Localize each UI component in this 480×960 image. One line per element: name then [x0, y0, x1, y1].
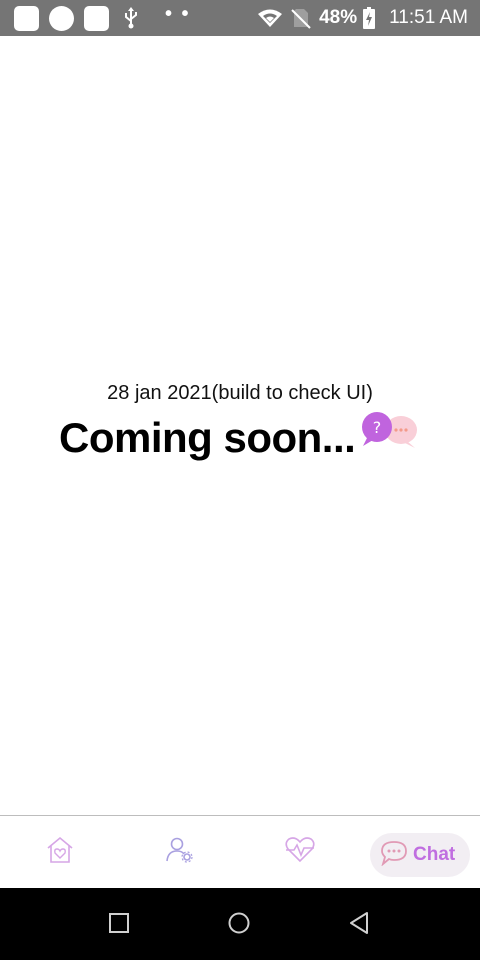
home-button[interactable]: [224, 910, 254, 940]
bottom-navigation: Chat: [0, 815, 480, 888]
app-notification-round-icon: [49, 5, 74, 31]
chat-icon: [380, 840, 408, 871]
more-notifications-dots: • •: [165, 3, 191, 25]
wifi-icon: [257, 8, 283, 28]
battery-percent: 48%: [319, 7, 358, 28]
coming-soon-row: Coming soon... ?: [59, 411, 421, 462]
build-note: 28 jan 2021(build to check UI): [107, 382, 373, 404]
user-settings-icon: [165, 836, 195, 869]
nav-chat-button[interactable]: Chat: [370, 833, 470, 877]
clock-time: 11:51 AM: [389, 7, 468, 28]
app-notification-icon-2: [84, 5, 109, 31]
usb-icon: [123, 7, 139, 29]
main-content: 28 jan 2021(build to check UI) Coming so…: [0, 36, 480, 815]
nav-home-button[interactable]: [30, 816, 90, 888]
nav-profile-settings-button[interactable]: [150, 816, 210, 888]
status-right: 48% 11:51 AM: [257, 7, 468, 29]
recents-button[interactable]: [104, 910, 134, 940]
coming-soon-title: Coming soon...: [59, 414, 356, 461]
nav-chat-label: Chat: [413, 844, 456, 865]
home-heart-icon: [45, 836, 75, 869]
back-icon: [348, 911, 370, 940]
status-bar: • • 48% 11:51 AM: [0, 0, 480, 36]
heart-pulse-icon: [284, 836, 316, 869]
chat-bubbles-icon: ?: [359, 411, 421, 456]
status-left: • •: [14, 3, 191, 31]
back-button[interactable]: [344, 910, 374, 940]
no-sim-icon: [291, 7, 311, 29]
app-notification-icon: [14, 5, 39, 31]
nav-health-button[interactable]: [270, 816, 330, 888]
svg-text:?: ?: [373, 418, 382, 437]
home-icon: [227, 911, 251, 940]
battery-charging-icon: [363, 7, 376, 29]
system-navigation-bar: [0, 888, 480, 960]
recents-icon: [108, 912, 130, 939]
